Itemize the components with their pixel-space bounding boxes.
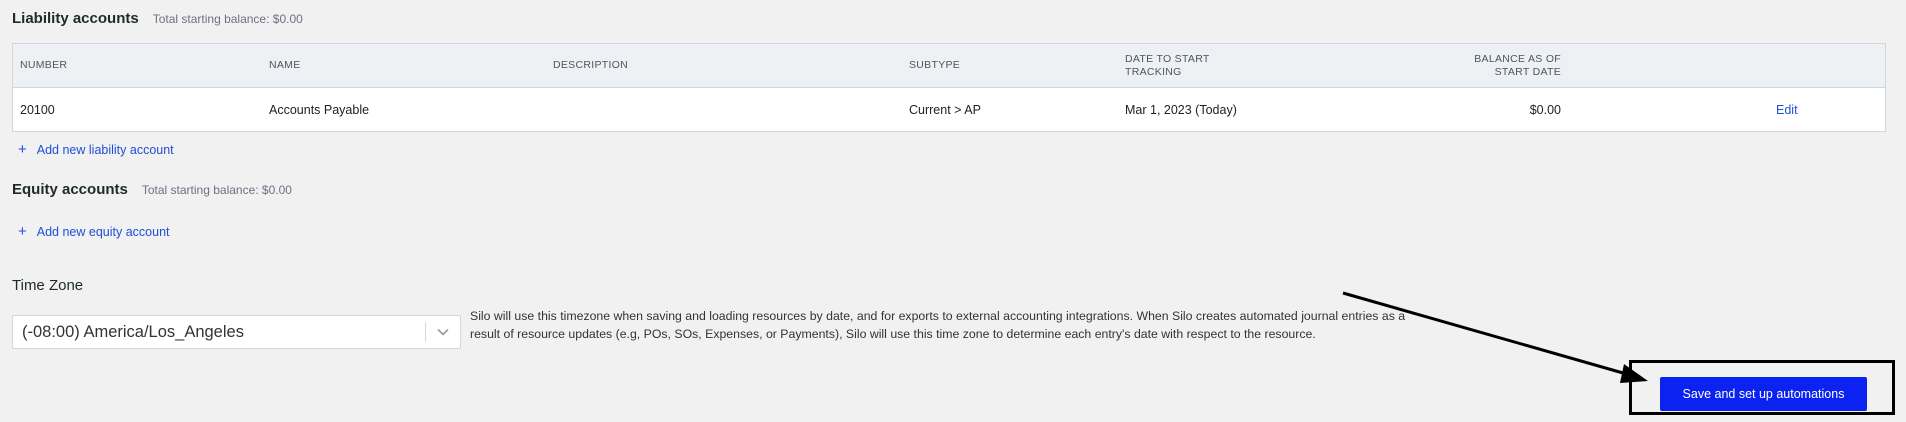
- save-and-setup-automations-button[interactable]: Save and set up automations: [1660, 377, 1867, 411]
- arrow-icon: [1342, 291, 1648, 383]
